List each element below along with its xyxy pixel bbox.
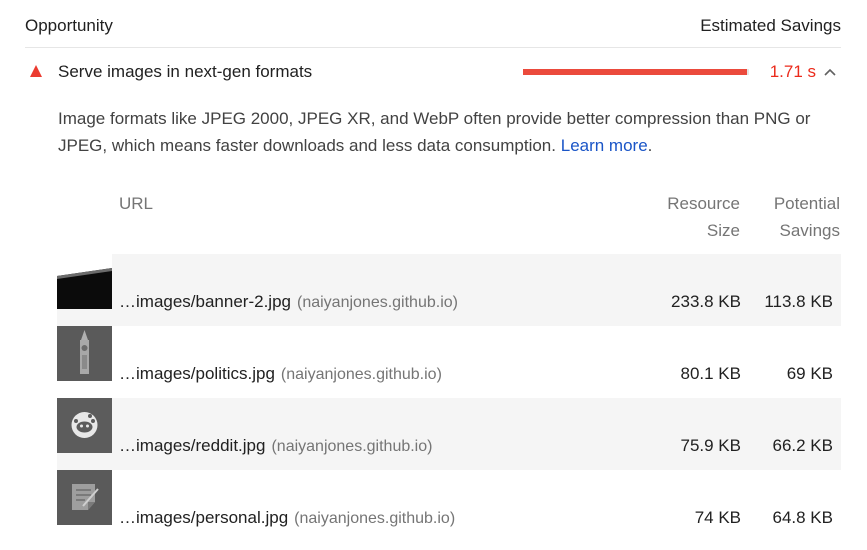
resource-host: (naiyanjones.github.io) [294, 510, 456, 527]
resource-url[interactable]: …images/personal.jpg (naiyanjones.github.… [119, 508, 455, 528]
column-header-potential-savings-line1: Potential [773, 194, 840, 213]
table-row: …images/politics.jpg (naiyanjones.github.… [57, 326, 841, 398]
banner-thumbnail-icon [57, 254, 112, 309]
description-period: . [647, 136, 653, 155]
savings-bar [523, 69, 749, 75]
resource-path: …images/reddit.jpg [119, 436, 266, 455]
notepad-thumbnail-icon [57, 470, 112, 525]
table-header-bar: Opportunity Estimated Savings [25, 0, 841, 48]
resource-host: (naiyanjones.github.io) [280, 366, 442, 383]
potential-savings-value: 69 KB [786, 364, 833, 383]
opportunity-label: Opportunity [25, 16, 113, 35]
audit-title: Serve images in next-gen formats [58, 62, 313, 81]
warning-triangle-icon [30, 65, 42, 77]
resource-path: …images/politics.jpg [119, 364, 275, 383]
table-row: …images/reddit.jpg (naiyanjones.github.io… [57, 398, 841, 470]
learn-more-link[interactable]: Learn more [561, 136, 648, 155]
column-header-potential-savings-line2: Savings [779, 221, 840, 240]
table-row: …images/banner-2.jpg (naiyanjones.github.… [57, 254, 841, 326]
resource-size-value: 233.8 KB [671, 292, 741, 311]
resource-size-value: 80.1 KB [680, 364, 742, 383]
table-row: …images/personal.jpg (naiyanjones.github.… [57, 470, 841, 542]
audit-summary-toggle[interactable]: Serve images in next-gen formats 1.71 s [25, 48, 841, 94]
potential-savings-value: 66.2 KB [772, 436, 834, 455]
resource-url[interactable]: …images/banner-2.jpg (naiyanjones.github.… [119, 292, 458, 312]
resource-size-value: 75.9 KB [680, 436, 742, 455]
reddit-thumbnail-icon [57, 398, 112, 453]
savings-value: 1.71 s [769, 62, 816, 81]
description-text: Image formats like JPEG 2000, JPEG XR, a… [58, 109, 811, 155]
column-header-potential-savings: Potential Savings [774, 190, 840, 244]
potential-savings-value: 113.8 KB [764, 292, 833, 311]
column-header-resource-size-line2: Size [706, 221, 740, 240]
resource-path: …images/banner-2.jpg [119, 292, 291, 311]
column-header-resource-size-line1: Resource [667, 194, 740, 213]
column-header-url: URL [119, 194, 154, 213]
resource-url[interactable]: …images/reddit.jpg (naiyanjones.github.io… [119, 436, 432, 456]
chevron-up-icon[interactable] [822, 64, 838, 80]
savings-bar-fill [523, 69, 747, 75]
resource-url[interactable]: …images/politics.jpg (naiyanjones.github.… [119, 364, 442, 384]
audit-description: Image formats like JPEG 2000, JPEG XR, a… [58, 105, 818, 159]
big-ben-thumbnail-icon [57, 326, 112, 381]
resource-host: (naiyanjones.github.io) [296, 294, 458, 311]
potential-savings-value: 64.8 KB [772, 508, 834, 527]
resource-host: (naiyanjones.github.io) [271, 438, 433, 455]
estimated-savings-label: Estimated Savings [700, 16, 841, 35]
column-header-resource-size: Resource Size [667, 190, 740, 244]
resource-size-value: 74 KB [694, 508, 741, 527]
resource-path: …images/personal.jpg [119, 508, 289, 527]
